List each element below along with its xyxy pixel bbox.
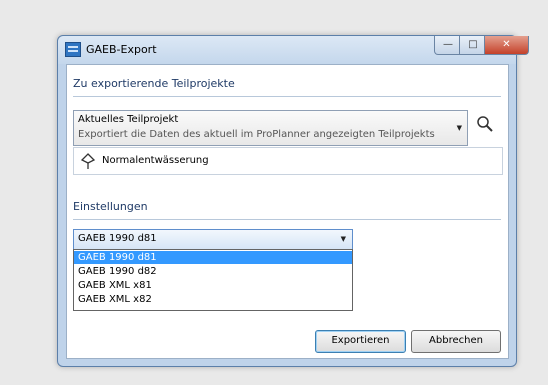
format-option[interactable]: GAEB XML x81 [74,279,352,292]
maximize-button[interactable]: □ [459,36,487,55]
minimize-button[interactable]: — [434,36,462,55]
format-option[interactable]: GAEB 1990 d81 [74,251,352,264]
scope-description: Exportiert die Daten des aktuell im ProP… [78,129,435,140]
project-name[interactable]: Normalentwässerung [102,155,209,166]
project-list: Normalentwässerung [73,147,503,175]
cancel-button[interactable]: Abbrechen [411,330,501,353]
close-button[interactable]: ✕ [484,36,529,55]
projects-divider [73,96,501,97]
window-title: GAEB-Export [86,43,157,56]
format-select[interactable]: GAEB 1990 d81 ▼ [73,229,353,250]
scope-title: Aktuelles Teilprojekt [78,114,179,125]
chevron-down-icon: ▼ [340,235,346,243]
project-scope-select[interactable]: Aktuelles Teilprojekt Exportiert die Dat… [73,110,468,146]
chevron-down-icon: ▼ [456,124,462,132]
settings-heading: Einstellungen [73,200,148,213]
format-option[interactable]: GAEB 1990 d82 [74,265,352,278]
format-selected-value: GAEB 1990 d81 [78,233,157,244]
app-icon [65,42,81,57]
search-icon[interactable] [474,113,496,135]
export-button[interactable]: Exportieren [315,330,406,353]
format-option[interactable]: GAEB XML x82 [74,293,352,306]
dialog-content: Zu exportierende Teilprojekte Aktuelles … [66,64,509,359]
gaeb-export-dialog: GAEB-Export — □ ✕ Zu exportierende Teilp… [57,35,529,367]
pin-icon [80,153,96,169]
title-bar[interactable]: GAEB-Export — □ ✕ [58,36,529,64]
format-dropdown-list: GAEB 1990 d81 GAEB 1990 d82 GAEB XML x81… [73,249,353,311]
projects-heading: Zu exportierende Teilprojekte [73,77,235,90]
settings-divider [73,219,501,220]
